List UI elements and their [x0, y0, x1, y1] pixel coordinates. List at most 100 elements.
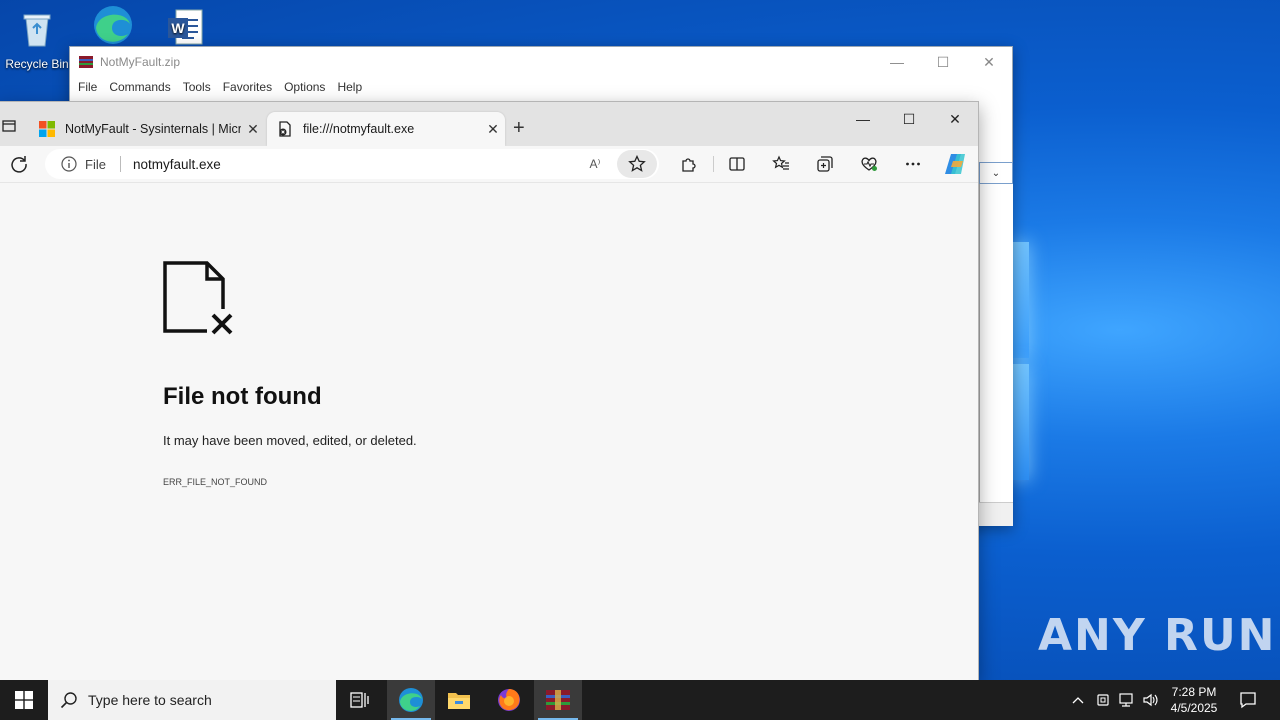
network-icon	[1119, 693, 1133, 707]
tab-notmyfault-sysinternals[interactable]: NotMyFault - Sysinternals | Micro ✕	[29, 112, 265, 146]
address-separator	[119, 156, 121, 172]
wallpaper-light-beam	[1013, 364, 1029, 480]
tab-file-notmyfault[interactable]: file:///notmyfault.exe ✕	[267, 112, 505, 146]
network-button[interactable]	[1116, 680, 1138, 720]
taskbar: Type here to search 7:28 PM 4/5/2025	[0, 680, 1280, 720]
tray-device-button[interactable]	[1092, 680, 1114, 720]
tab-close-button[interactable]: ✕	[481, 121, 505, 138]
read-aloud-icon[interactable]: A⁾	[581, 150, 609, 178]
winrar-path-dropdown[interactable]: ⌄	[979, 162, 1013, 184]
tab-actions-icon	[2, 120, 16, 132]
volume-button[interactable]	[1140, 680, 1162, 720]
task-view-icon	[350, 692, 369, 708]
file-error-icon	[279, 121, 291, 137]
new-tab-button[interactable]: +	[513, 117, 525, 140]
tab-close-button[interactable]: ✕	[241, 121, 265, 138]
wallpaper-light-beam	[1013, 242, 1029, 358]
winrar-title: NotMyFault.zip	[100, 55, 181, 69]
extensions-button[interactable]	[679, 154, 699, 174]
copilot-icon	[945, 154, 965, 174]
more-options-button[interactable]	[903, 154, 923, 174]
favorites-button[interactable]	[771, 154, 791, 174]
edge-window[interactable]: NotMyFault - Sysinternals | Micro ✕ file…	[0, 101, 979, 681]
address-bar[interactable]: File notmyfault.exe A⁾	[45, 149, 659, 179]
taskbar-edge[interactable]	[387, 680, 435, 720]
desktop-icon-label: Recycle Bin	[5, 57, 69, 71]
windows-logo-icon	[15, 691, 33, 709]
winrar-statusbar	[979, 502, 1013, 526]
menu-tools[interactable]: Tools	[177, 80, 217, 94]
error-description: It may have been moved, edited, or delet…	[163, 433, 417, 448]
info-icon[interactable]	[61, 156, 77, 172]
file-not-found-icon	[163, 261, 235, 335]
desktop-icon-recycle-bin[interactable]: Recycle Bin	[2, 8, 72, 71]
toolbar-separator	[713, 156, 714, 172]
svg-text:W: W	[171, 20, 185, 36]
winrar-titlebar[interactable]: NotMyFault.zip	[70, 47, 1012, 77]
taskbar-clock[interactable]: 7:28 PM 4/5/2025	[1162, 684, 1226, 716]
edge-icon	[94, 6, 132, 44]
split-screen-button[interactable]	[727, 154, 747, 174]
star-icon	[628, 155, 646, 172]
taskbar-firefox[interactable]	[485, 680, 533, 720]
maximize-button[interactable]: ☐	[920, 47, 966, 77]
close-button[interactable]: ✕	[966, 47, 1012, 77]
watermark-text: ANY RUN	[1038, 610, 1277, 661]
device-icon	[1097, 694, 1109, 706]
microsoft-logo-icon	[39, 121, 55, 137]
winrar-icon	[546, 690, 570, 710]
winrar-file-list[interactable]	[979, 162, 1013, 526]
search-icon	[60, 692, 77, 709]
collections-button[interactable]	[815, 154, 835, 174]
tab-actions-button[interactable]	[0, 116, 19, 136]
menu-help[interactable]: Help	[331, 80, 368, 94]
recycle-bin-icon	[23, 14, 51, 47]
maximize-button[interactable]: ☐	[886, 102, 932, 136]
edge-icon	[399, 688, 423, 712]
favorites-list-icon	[772, 155, 789, 170]
browser-toolbar: File notmyfault.exe A⁾	[0, 146, 978, 182]
menu-file[interactable]: File	[72, 80, 103, 94]
minimize-button[interactable]: —	[840, 102, 886, 136]
collections-icon	[817, 156, 833, 172]
anyrun-watermark: ANY RUN	[1038, 610, 1277, 661]
taskbar-search-box[interactable]: Type here to search	[48, 680, 336, 720]
error-title: File not found	[163, 383, 322, 410]
tab-strip: NotMyFault - Sysinternals | Micro ✕ file…	[0, 102, 978, 146]
copilot-button[interactable]	[943, 151, 969, 177]
menu-commands[interactable]: Commands	[103, 80, 176, 94]
start-button[interactable]	[0, 680, 48, 720]
menu-favorites[interactable]: Favorites	[217, 80, 278, 94]
notification-icon	[1240, 692, 1256, 709]
split-screen-icon	[729, 157, 745, 171]
taskbar-winrar[interactable]	[534, 680, 582, 720]
close-button[interactable]: ✕	[932, 102, 978, 136]
minimize-button[interactable]: —	[874, 47, 920, 77]
winrar-logo-icon	[79, 56, 93, 68]
chevron-down-icon: ⌄	[991, 167, 1001, 179]
notifications-button[interactable]	[1234, 680, 1262, 720]
menu-options[interactable]: Options	[278, 80, 331, 94]
refresh-icon[interactable]	[9, 154, 29, 174]
tab-title: NotMyFault - Sysinternals | Micro	[65, 122, 241, 136]
puzzle-icon	[682, 158, 696, 172]
task-view-button[interactable]	[336, 680, 384, 720]
tab-title: file:///notmyfault.exe	[303, 122, 415, 136]
site-info-label[interactable]: File	[85, 157, 106, 172]
url-text[interactable]: notmyfault.exe	[133, 157, 581, 172]
clock-date: 4/5/2025	[1170, 701, 1218, 715]
page-content: File not found It may have been moved, e…	[0, 182, 978, 681]
error-code: ERR_FILE_NOT_FOUND	[163, 477, 268, 487]
search-placeholder: Type here to search	[88, 692, 212, 708]
show-hidden-icons-button[interactable]	[1068, 680, 1088, 720]
favorite-star-button[interactable]	[617, 150, 657, 178]
chevron-up-icon	[1072, 697, 1084, 704]
firefox-icon	[498, 689, 520, 711]
speaker-icon	[1143, 693, 1158, 707]
heart-pulse-icon	[861, 157, 877, 171]
browser-essentials-button[interactable]	[859, 154, 879, 174]
folder-icon	[448, 693, 470, 709]
clock-time: 7:28 PM	[1171, 685, 1217, 699]
taskbar-file-explorer[interactable]	[435, 680, 483, 720]
more-icon	[906, 162, 920, 166]
